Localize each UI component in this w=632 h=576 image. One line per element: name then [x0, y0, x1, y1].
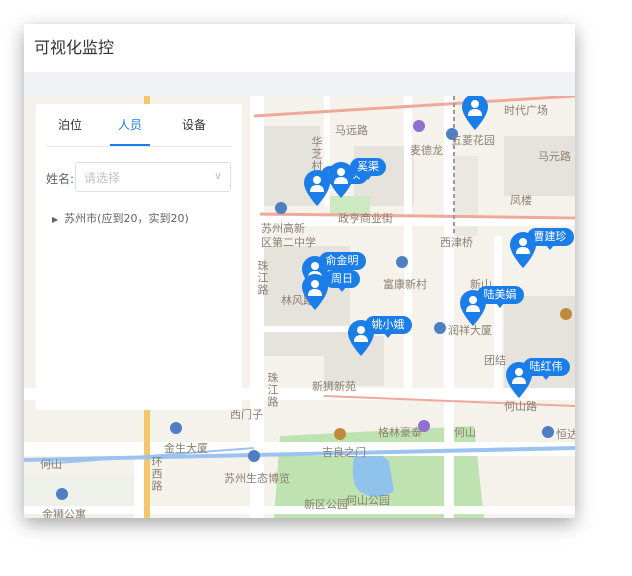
person-icon: [304, 170, 330, 206]
tree-node-suzhou[interactable]: ▶ 苏州市(应到20，实到20): [52, 210, 189, 226]
person-icon: [510, 232, 536, 268]
map-label-gaoxin-school: 苏州高新 区第二中学: [261, 222, 316, 249]
person-icon: [460, 290, 486, 326]
map-label-gaoxin-hotel: 格林豪泰: [378, 426, 422, 439]
tree-node-label: 苏州市(应到20，实到20): [64, 212, 189, 225]
person-icon: [302, 274, 328, 310]
header-band: [24, 72, 575, 96]
tab-personnel[interactable]: 人员: [118, 116, 142, 133]
map-label-zhujiang-road: 珠江路: [256, 260, 269, 296]
map-label-xijin-bridge: 西津桥: [440, 236, 473, 249]
map-label-suzhou-expo: 苏州生态博览: [224, 472, 290, 485]
map-label-wuling-garden: 五菱花园: [451, 134, 495, 147]
person-icon: [348, 320, 374, 356]
person-marker-label: 奚渠: [350, 158, 386, 180]
map-label-maguang-road: 马元路: [538, 150, 571, 163]
map-label-jixiangwan: 吉良之门: [322, 446, 366, 459]
map-label-huanxi-road: 环西路: [150, 456, 163, 492]
name-select[interactable]: 请选择 ∨: [75, 162, 231, 192]
person-marker[interactable]: 姚小娥: [348, 316, 428, 356]
map-label-jinzhu-building: 金狮公寓: [42, 508, 86, 518]
app-window: 可视化监控 马远路 麦德龙 五菱花园 华芝村 苏州高新 区第二中学 西津桥 富康…: [24, 24, 575, 518]
map-label-tuanjie: 团结: [484, 354, 506, 367]
person-icon: [462, 96, 488, 130]
map-label-xinshi-garden: 新狮新苑: [312, 380, 356, 393]
chevron-down-icon: ∨: [213, 169, 222, 182]
name-select-placeholder: 请选择: [84, 171, 121, 185]
map-label-maichang-long: 麦德龙: [410, 144, 443, 157]
person-marker[interactable]: 曹建珍: [510, 228, 575, 268]
panel-tabs: 泊位 人员 设备: [36, 104, 242, 147]
map-label-mall: 政亨商业街: [338, 212, 393, 225]
map-label-jinsheng-plaza: 金生大厦: [164, 442, 208, 455]
map-label-hedong: 何山路: [504, 400, 537, 413]
map-label-fukang-village: 富康新村: [383, 278, 427, 291]
person-icon: [328, 162, 354, 198]
person-marker[interactable]: 奚渠: [328, 158, 408, 198]
person-marker[interactable]: 俞金明: [302, 252, 382, 292]
filter-panel: 泊位 人员 设备 姓名: 请选择 ∨ ▶ 苏州市(应到20，实到20): [36, 104, 242, 410]
tab-divider: [46, 146, 232, 147]
map-label-shidai: 时代广场: [504, 104, 548, 117]
page-title: 可视化监控: [34, 38, 115, 57]
tab-device[interactable]: 设备: [182, 116, 206, 133]
tab-berth[interactable]: 泊位: [58, 116, 82, 133]
caret-right-icon[interactable]: ▶: [52, 215, 58, 224]
person-marker[interactable]: 陆红伟: [506, 358, 575, 398]
map-label-heshan: 何山: [454, 426, 476, 439]
person-marker[interactable]: 陆美娟: [460, 286, 540, 326]
name-filter-label: 姓名:: [46, 172, 75, 186]
page-header: 可视化监控: [24, 24, 575, 72]
person-icon: [506, 362, 532, 398]
map-label-zhujiang-road-2: 珠江路: [266, 372, 279, 408]
map-label-maoyuan-road: 马远路: [335, 124, 368, 137]
map-label-heshan-road: 何山: [40, 458, 62, 471]
person-marker[interactable]: 周日: [302, 270, 382, 310]
person-marker-label: 周日: [324, 270, 360, 292]
map-label-xinqu-park: 新区公园: [304, 498, 348, 511]
map-label-heshan-park: 何山公园: [346, 494, 390, 507]
map-label-heng-building: 恒达: [556, 428, 575, 441]
map-label-fenglou: 凤楼: [510, 194, 532, 207]
